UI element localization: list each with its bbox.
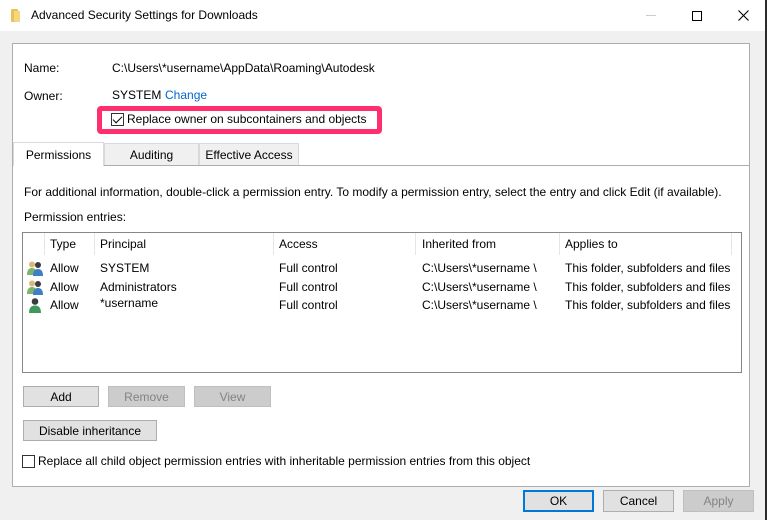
ok-button[interactable]: OK bbox=[523, 490, 594, 512]
column-separator[interactable] bbox=[559, 233, 560, 255]
user-icon bbox=[29, 298, 41, 313]
row-access: Full control bbox=[279, 261, 338, 275]
column-header-type[interactable]: Type bbox=[50, 237, 76, 251]
apply-button[interactable]: Apply bbox=[683, 490, 754, 512]
list-header: Type Principal Access Inherited from App… bbox=[23, 233, 741, 257]
row-access: Full control bbox=[279, 280, 338, 294]
row-applies-to: This folder, subfolders and files bbox=[565, 280, 731, 294]
minimize-button[interactable] bbox=[628, 0, 674, 31]
row-principal: SYSTEM bbox=[100, 261, 150, 275]
row-type: Allow bbox=[50, 261, 79, 275]
owner-value: SYSTEM bbox=[112, 88, 162, 102]
permission-row[interactable]: Allow SYSTEM Full control C:\Users\*user… bbox=[23, 259, 741, 278]
row-inherited-from: C:\Users\*username \ bbox=[422, 298, 537, 312]
column-separator[interactable] bbox=[415, 233, 416, 255]
column-header-applies-to[interactable]: Applies to bbox=[565, 237, 618, 251]
disable-inheritance-button[interactable]: Disable inheritance bbox=[23, 420, 157, 441]
window-edge bbox=[750, 31, 765, 520]
row-inherited-from: C:\Users\*username \ bbox=[422, 261, 537, 275]
remove-button[interactable]: Remove bbox=[108, 386, 185, 407]
row-principal: *username bbox=[100, 296, 159, 310]
replace-owner-label[interactable]: Replace owner on subcontainers and objec… bbox=[127, 112, 366, 126]
row-type: Allow bbox=[50, 298, 79, 312]
column-separator[interactable] bbox=[94, 233, 95, 255]
group-icon bbox=[27, 280, 43, 295]
maximize-button[interactable] bbox=[674, 0, 720, 31]
permission-entries-label: Permission entries: bbox=[24, 210, 127, 224]
row-applies-to: This folder, subfolders and files bbox=[565, 298, 731, 312]
group-icon bbox=[27, 261, 43, 276]
column-separator[interactable] bbox=[44, 233, 45, 255]
minimize-icon bbox=[646, 15, 656, 16]
tab-permissions[interactable]: Permissions bbox=[13, 142, 104, 166]
window-title: Advanced Security Settings for Downloads bbox=[31, 8, 258, 22]
title-bar[interactable]: Advanced Security Settings for Downloads bbox=[0, 0, 765, 31]
column-header-principal[interactable]: Principal bbox=[100, 237, 146, 251]
folder-icon bbox=[11, 9, 21, 22]
column-header-access[interactable]: Access bbox=[279, 237, 318, 251]
permission-row[interactable]: Allow *username Full control C:\Users\*u… bbox=[23, 296, 741, 315]
add-button[interactable]: Add bbox=[23, 386, 99, 407]
change-owner-link[interactable]: Change bbox=[165, 88, 207, 102]
close-icon bbox=[737, 10, 749, 21]
permission-row[interactable]: Allow Administrators Full control C:\Use… bbox=[23, 278, 741, 297]
maximize-icon bbox=[692, 10, 702, 21]
name-value: C:\Users\*username\AppData\Roaming\Autod… bbox=[112, 61, 375, 75]
owner-label: Owner: bbox=[24, 89, 63, 103]
tab-auditing[interactable]: Auditing bbox=[104, 143, 199, 165]
row-access: Full control bbox=[279, 298, 338, 312]
row-type: Allow bbox=[50, 280, 79, 294]
replace-child-permissions-label[interactable]: Replace all child object permission entr… bbox=[38, 454, 530, 468]
replace-owner-checkbox[interactable] bbox=[111, 113, 124, 126]
tab-effective-access[interactable]: Effective Access bbox=[199, 143, 299, 165]
row-applies-to: This folder, subfolders and files bbox=[565, 261, 731, 275]
column-header-inherited-from[interactable]: Inherited from bbox=[422, 237, 496, 251]
row-principal: Administrators bbox=[100, 280, 177, 294]
view-button[interactable]: View bbox=[194, 386, 271, 407]
name-label: Name: bbox=[24, 61, 60, 75]
permission-entries-list[interactable]: Type Principal Access Inherited from App… bbox=[22, 232, 742, 373]
close-button[interactable] bbox=[720, 0, 766, 31]
advanced-security-dialog: Advanced Security Settings for Downloads… bbox=[0, 0, 765, 520]
column-separator[interactable] bbox=[273, 233, 274, 255]
cancel-button[interactable]: Cancel bbox=[603, 490, 674, 512]
replace-child-permissions-checkbox[interactable] bbox=[22, 455, 35, 468]
info-text: For additional information, double-click… bbox=[24, 185, 722, 199]
row-inherited-from: C:\Users\*username \ bbox=[422, 280, 537, 294]
column-separator[interactable] bbox=[731, 233, 732, 255]
